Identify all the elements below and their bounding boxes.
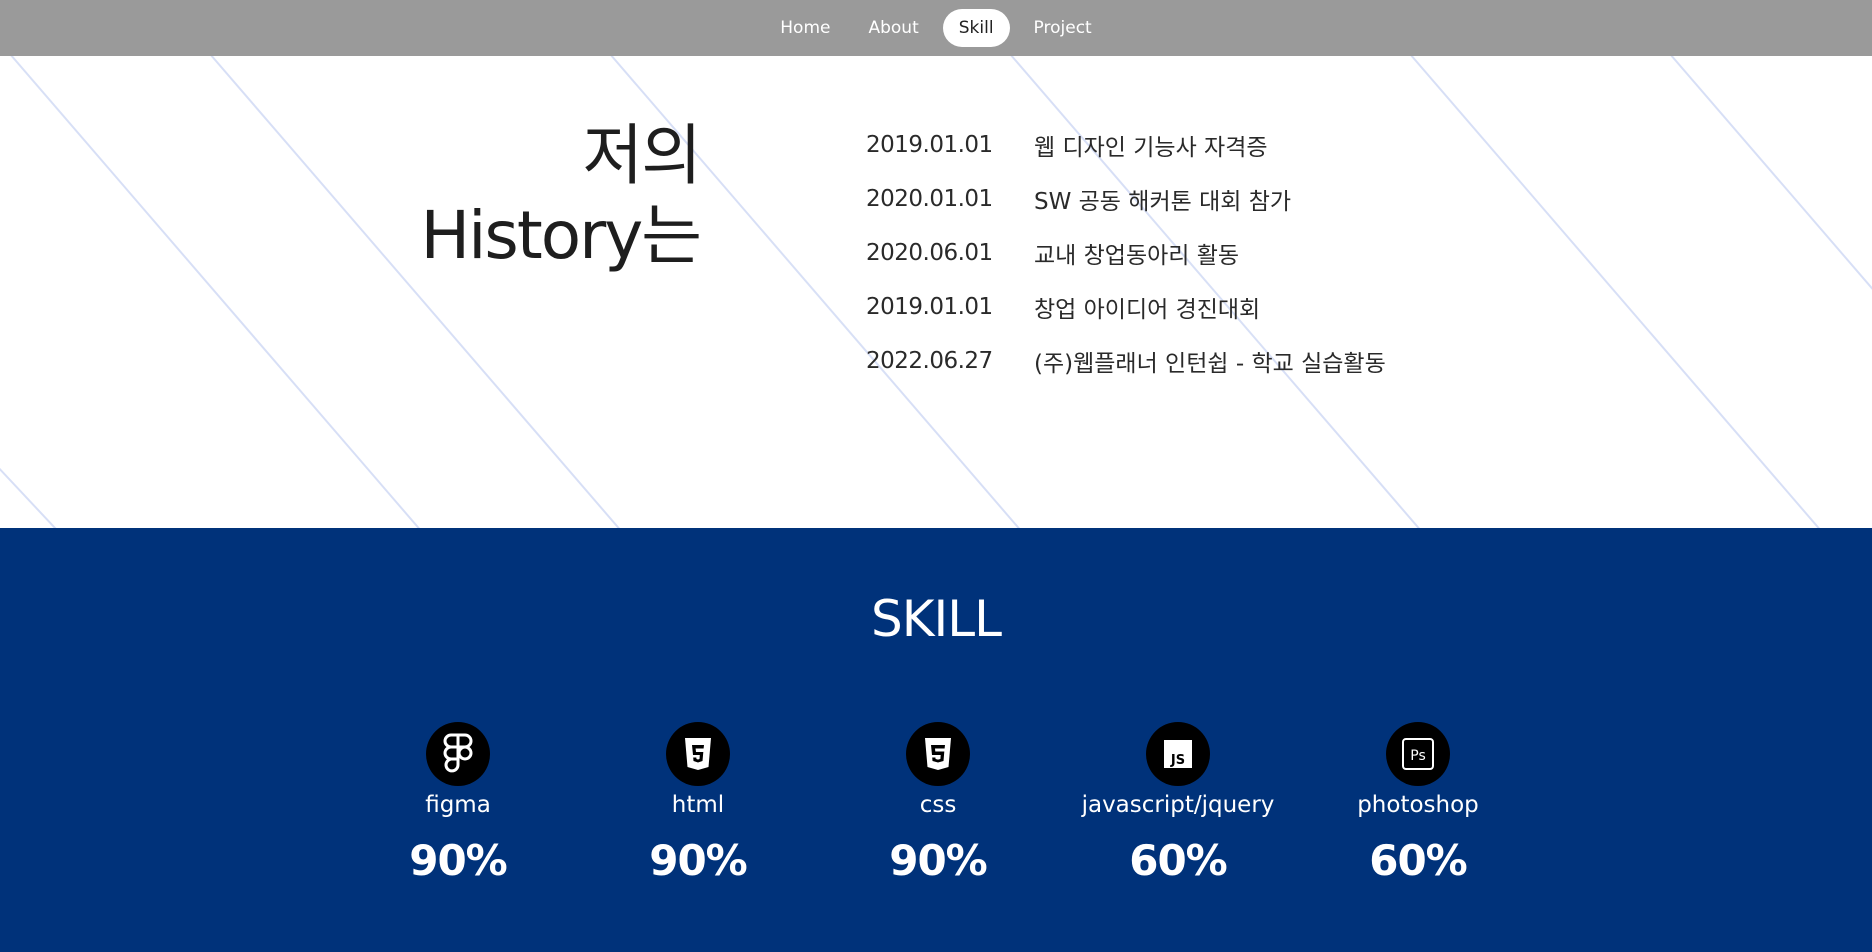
top-navigation: Home About Skill Project — [0, 0, 1872, 56]
nav-about[interactable]: About — [854, 10, 932, 46]
skill-item-html: html 90% — [598, 722, 798, 885]
nav-links: Home About Skill Project — [0, 0, 1872, 56]
history-row: 2020.06.01 교내 창업동아리 활동 — [866, 226, 1566, 280]
history-row: 2019.01.01 웹 디자인 기능사 자격증 — [866, 118, 1566, 172]
skill-section: SKILL figma 90% html 90% css 90% JS java… — [0, 528, 1872, 952]
history-text: SW 공동 해커톤 대회 참가 — [1034, 189, 1292, 215]
js-icon: JS — [1146, 722, 1210, 786]
skill-item-javascript: JS javascript/jquery 60% — [1078, 722, 1278, 885]
history-text: (주)웹플래너 인턴쉽 - 학교 실습활동 — [1034, 351, 1386, 377]
svg-text:JS: JS — [1170, 753, 1185, 768]
history-section: 저의 History는 2019.01.01 웹 디자인 기능사 자격증 202… — [0, 56, 1872, 528]
svg-text:Ps: Ps — [1410, 748, 1426, 764]
history-title-line1: 저의 — [582, 117, 702, 194]
history-date: 2019.01.01 — [866, 294, 993, 320]
history-row: 2019.01.01 창업 아이디어 경진대회 — [866, 280, 1566, 334]
history-date: 2022.06.27 — [866, 348, 993, 374]
history-list: 2019.01.01 웹 디자인 기능사 자격증 2020.01.01 SW 공… — [866, 118, 1566, 388]
nav-home[interactable]: Home — [766, 10, 844, 46]
skill-name: css — [919, 792, 957, 818]
nav-project[interactable]: Project — [1020, 10, 1106, 46]
skill-name: javascript/jquery — [1081, 792, 1275, 818]
html5-icon — [666, 722, 730, 786]
history-row: 2020.01.01 SW 공동 해커톤 대회 참가 — [866, 172, 1566, 226]
skill-percent: 60% — [1129, 836, 1228, 885]
history-text: 교내 창업동아리 활동 — [1034, 243, 1240, 269]
skill-item-css: css 90% — [838, 722, 1038, 885]
skill-name: photoshop — [1357, 792, 1479, 818]
skill-percent: 90% — [889, 836, 988, 885]
history-text: 웹 디자인 기능사 자격증 — [1034, 135, 1268, 161]
history-title-line2: History는 — [420, 197, 702, 274]
history-row: 2022.06.27 (주)웹플래너 인턴쉽 - 학교 실습활동 — [866, 334, 1566, 388]
history-date: 2019.01.01 — [866, 132, 993, 158]
css3-icon — [906, 722, 970, 786]
history-date: 2020.06.01 — [866, 240, 993, 266]
figma-icon — [426, 722, 490, 786]
history-date: 2020.01.01 — [866, 186, 993, 212]
skill-percent: 90% — [649, 836, 748, 885]
history-text: 창업 아이디어 경진대회 — [1034, 297, 1261, 323]
skill-name: figma — [425, 792, 491, 818]
photoshop-icon: Ps — [1386, 722, 1450, 786]
skill-percent: 60% — [1369, 836, 1468, 885]
nav-skill[interactable]: Skill — [942, 9, 1010, 47]
skill-title: SKILL — [871, 590, 1002, 648]
skill-name: html — [671, 792, 725, 818]
history-title: 저의 History는 — [300, 116, 702, 276]
skill-item-figma: figma 90% — [358, 722, 558, 885]
skill-percent: 90% — [409, 836, 508, 885]
skill-item-photoshop: Ps photoshop 60% — [1318, 722, 1518, 885]
